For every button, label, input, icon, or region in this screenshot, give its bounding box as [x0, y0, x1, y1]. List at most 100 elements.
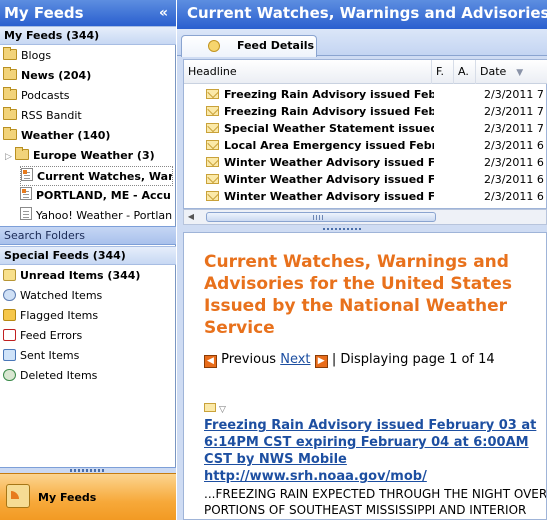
tree-item-label: RSS Bandit [21, 109, 82, 122]
unread-envelope-icon [206, 140, 219, 150]
my-feeds-group-header[interactable]: My Feeds (344) [0, 26, 176, 45]
tree-item-podcasts[interactable]: Podcasts [3, 86, 175, 106]
watched-glasses-icon [3, 289, 16, 301]
list-item-date: 2/3/2011 6 [484, 173, 544, 186]
special-item-label: Flagged Items [20, 309, 99, 322]
special-item-label: Unread Items (344) [20, 269, 141, 282]
tree-item-news[interactable]: News (204) [3, 66, 175, 86]
special-item-label: Sent Items [20, 349, 80, 362]
tree-item-label: News (204) [21, 69, 92, 82]
list-item-headline: Winter Weather Advisory issued F... [224, 190, 434, 203]
folder-icon [3, 87, 17, 100]
feed-icon [20, 207, 32, 220]
folder-icon [3, 127, 17, 140]
tab-feed-details[interactable]: Feed Details [181, 35, 317, 57]
collapse-pane-icon[interactable]: « [159, 0, 168, 26]
special-item-label: Watched Items [20, 289, 103, 302]
feed-error-icon [3, 329, 16, 341]
tree-item-label: Weather (140) [21, 129, 111, 142]
column-attachment[interactable]: A. [454, 60, 476, 84]
tree-item-current-watches[interactable]: Current Watches, Warni [20, 166, 173, 186]
reading-pane: Current Watches, Warnings and Advisories… [183, 232, 547, 520]
expand-arrow-icon[interactable]: ▷ [5, 147, 13, 166]
pane-title: My Feeds [4, 4, 84, 22]
special-feeds-group-header[interactable]: Special Feeds (344) [0, 246, 176, 265]
page-info: | Displaying page 1 of 14 [331, 352, 495, 367]
item-title-link[interactable]: Freezing Rain Advisory issued February 0… [204, 417, 544, 468]
special-deleted-items[interactable]: Deleted Items [3, 366, 175, 386]
column-flag[interactable]: F. [432, 60, 454, 84]
list-item-headline: Freezing Rain Advisory issued Feb... [224, 105, 434, 118]
folder-icon [3, 107, 17, 120]
column-date[interactable]: Date ▼ [476, 60, 547, 84]
my-feeds-icon [6, 484, 30, 508]
scrollbar-thumb[interactable] [206, 212, 436, 222]
tab-strip: Feed Details [177, 29, 547, 57]
special-flagged-items[interactable]: Flagged Items [3, 306, 175, 326]
list-item[interactable]: Special Weather Statement issued... 2/3/… [184, 120, 547, 137]
special-item-label: Deleted Items [20, 369, 98, 382]
pane-header: My Feeds « [0, 0, 176, 26]
list-item-date: 2/3/2011 7 [484, 105, 544, 118]
column-date-label: Date [480, 65, 507, 78]
tree-item-europe-weather[interactable]: ▷ Europe Weather (3) [5, 146, 175, 166]
list-item-date: 2/3/2011 6 [484, 139, 544, 152]
special-item-label: Feed Errors [20, 329, 83, 342]
list-header: Headline F. A. Date ▼ [184, 60, 547, 84]
special-feed-errors[interactable]: Feed Errors [3, 326, 175, 346]
list-item[interactable]: Winter Weather Advisory issued F... 2/3/… [184, 171, 547, 188]
next-arrow-icon[interactable]: ▶ [314, 355, 328, 368]
list-item[interactable]: Winter Weather Advisory issued F... 2/3/… [184, 188, 547, 205]
feed-title-bar: Current Watches, Warnings and Advisories… [177, 0, 547, 29]
folder-icon [15, 147, 29, 160]
unread-envelope-icon [204, 403, 216, 412]
list-item-headline: Local Area Emergency issued Febr... [224, 139, 434, 152]
special-watched-items[interactable]: Watched Items [3, 286, 175, 306]
list-horizontal-scrollbar[interactable]: ◀ [183, 209, 547, 225]
unread-envelope-icon [206, 123, 219, 133]
list-item[interactable]: Local Area Emergency issued Febr... 2/3/… [184, 137, 547, 154]
sent-items-icon [3, 349, 16, 361]
content-pane: Current Watches, Warnings and Advisories… [177, 0, 547, 520]
special-sent-items[interactable]: Sent Items [3, 346, 175, 366]
item-icons: ▽ [204, 403, 226, 415]
tree-item-blogs[interactable]: Blogs [3, 46, 175, 66]
flag-outline-icon[interactable]: ▽ [219, 405, 226, 415]
list-item-headline: Winter Weather Advisory issued F... [224, 156, 434, 169]
item-list: Headline F. A. Date ▼ Freezing Rain Advis… [183, 59, 547, 209]
feed-details-icon [208, 40, 220, 52]
unread-envelope-icon [206, 191, 219, 201]
previous-link[interactable]: Previous [221, 352, 276, 367]
list-item[interactable]: Freezing Rain Advisory issued Feb... 2/3… [184, 103, 547, 120]
previous-arrow-icon[interactable]: ◀ [204, 355, 217, 368]
list-item-date: 2/3/2011 6 [484, 190, 544, 203]
column-headline[interactable]: Headline [184, 60, 432, 84]
deleted-items-icon [3, 369, 16, 381]
special-unread-items[interactable]: Unread Items (344) [3, 266, 175, 286]
tree-item-label: Podcasts [21, 89, 70, 102]
feed-icon [21, 168, 33, 181]
tree-item-label: Blogs [21, 49, 52, 62]
tree-item-rss-bandit[interactable]: RSS Bandit [3, 106, 175, 126]
feed-icon [20, 187, 32, 200]
list-item-date: 2/3/2011 7 [484, 122, 544, 135]
list-item[interactable]: Freezing Rain Advisory issued Feb... 2/3… [184, 86, 547, 103]
tree-item-portland-me[interactable]: PORTLAND, ME - Accu [20, 186, 175, 206]
item-body-text: ...FREEZING RAIN EXPECTED THROUGH THE NI… [204, 487, 547, 517]
grip-dots [323, 228, 363, 230]
list-item[interactable]: Winter Weather Advisory issued F... 2/3/… [184, 154, 547, 171]
feeds-navigation-pane: My Feeds « My Feeds (344) Blogs News (20… [0, 0, 176, 520]
tree-item-label: Yahoo! Weather - Portlan [36, 209, 173, 222]
tree-item-yahoo-weather[interactable]: Yahoo! Weather - Portlan [20, 206, 175, 226]
next-link[interactable]: Next [280, 352, 310, 367]
scroll-left-icon[interactable]: ◀ [184, 210, 198, 224]
item-url-link[interactable]: http://www.srh.noaa.gov/mob/ [204, 468, 427, 485]
search-folders-header[interactable]: Search Folders [0, 226, 176, 245]
feed-headline: Current Watches, Warnings and Advisories… [204, 252, 512, 338]
pager: ◀ Previous Next ▶ | Displaying page 1 of… [204, 352, 495, 368]
list-item-headline: Special Weather Statement issued... [224, 122, 434, 135]
unread-envelope-icon [206, 157, 219, 167]
list-item-headline: Freezing Rain Advisory issued Feb... [224, 88, 434, 101]
my-feeds-nav-button[interactable]: My Feeds [0, 473, 176, 520]
tree-item-weather[interactable]: Weather (140) [3, 126, 175, 146]
